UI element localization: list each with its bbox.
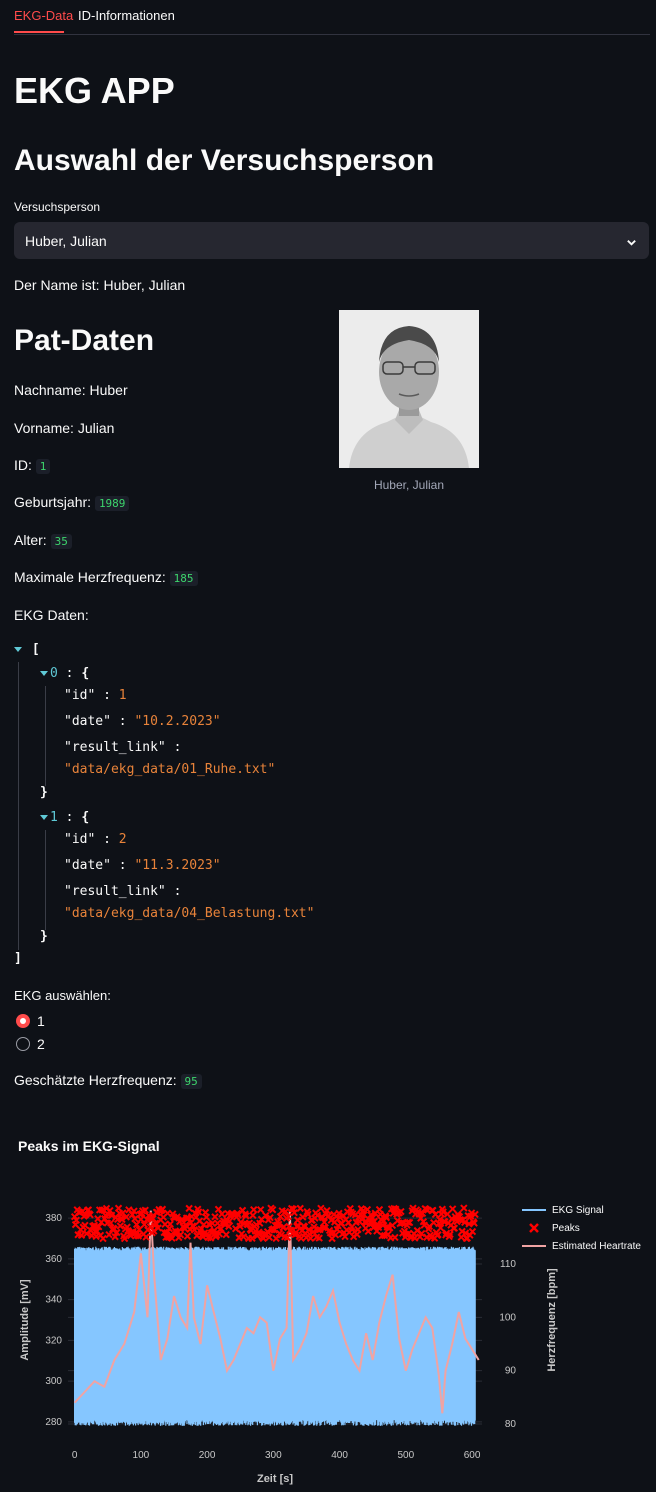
photo-caption: Huber, Julian (373, 478, 445, 492)
age-line: Alter: 35 (14, 532, 72, 549)
json-value: 2 (118, 832, 127, 847)
ekg-signal-series (74, 1246, 476, 1426)
radio-option-2[interactable] (16, 1037, 30, 1051)
json-key: "id" (64, 688, 96, 703)
x-tick-label: 400 (331, 1450, 348, 1461)
json-indent-guide (45, 830, 46, 930)
json-key: "result_link" (64, 884, 166, 899)
firstname-line: Vorname: Julian (14, 420, 115, 436)
y-tick-label: 360 (45, 1254, 62, 1265)
age-label: Alter: (14, 532, 47, 548)
birth-value: 1989 (94, 496, 130, 511)
legend-swatch-peaks (529, 1223, 539, 1233)
collapse-toggle-icon[interactable] (40, 815, 48, 820)
y2-tick-label: 90 (505, 1366, 517, 1377)
radio-label: EKG auswählen: (14, 988, 111, 1003)
select-value: Huber, Julian (25, 233, 107, 249)
json-value: "data/ekg_data/04_Belastung.txt" (64, 906, 315, 921)
select-label: Versuchsperson (14, 200, 101, 214)
birth-label: Geburtsjahr: (14, 494, 92, 510)
x-tick-label: 200 (199, 1450, 216, 1461)
maxhr-value: 185 (169, 571, 198, 586)
patient-photo (339, 310, 479, 468)
maxhr-label: Maximale Herzfrequenz: (14, 569, 166, 585)
y-tick-label: 380 (45, 1213, 62, 1224)
y-tick-label: 280 (45, 1417, 62, 1428)
y-tick-label: 320 (45, 1335, 62, 1346)
y2-tick-label: 110 (500, 1259, 516, 1270)
y-tick-label: 300 (45, 1376, 62, 1387)
json-value: "data/ekg_data/01_Ruhe.txt" (64, 762, 276, 777)
y-tick-label: 340 (45, 1295, 62, 1306)
birth-line: Geburtsjahr: 1989 (14, 494, 130, 511)
maxhr-line: Maximale Herzfrequenz: 185 (14, 569, 198, 586)
chevron-down-icon (626, 235, 637, 251)
collapse-toggle-icon[interactable] (14, 647, 22, 652)
app-title: EKG APP (14, 70, 175, 111)
legend-label: EKG Signal (552, 1205, 604, 1216)
id-value: 1 (35, 459, 51, 474)
estimated-hr-label: Geschätzte Herzfrequenz: (14, 1072, 177, 1088)
peaks-series (70, 1204, 479, 1243)
json-value: 1 (118, 688, 127, 703)
tab-id-informationen[interactable]: ID-Informationen (78, 8, 175, 23)
json-index: 0 (50, 666, 58, 681)
active-tab-indicator (14, 31, 64, 33)
id-label: ID: (14, 457, 32, 473)
json-key: "result_link" (64, 740, 166, 755)
tab-bar: EKG-Data ID-Informationen (14, 0, 650, 35)
age-value: 35 (50, 534, 72, 549)
tab-ekg-data[interactable]: EKG-Data (14, 8, 73, 23)
x-tick-label: 0 (72, 1450, 78, 1461)
radio-option-label: 2 (37, 1036, 45, 1052)
legend-label: Estimated Heartrate (552, 1241, 641, 1252)
section-heading-select: Auswahl der Versuchsperson (14, 144, 435, 177)
estimated-hr-value: 95 (180, 1074, 202, 1089)
radio-option-label: 1 (37, 1013, 45, 1029)
json-key: "date" (64, 858, 111, 873)
x-tick-label: 600 (464, 1450, 481, 1461)
ekg-peaks-chart: 280 300 320 340 360 380 80 90 100 110 0 100 200 300 40… (19, 1204, 641, 1485)
x-tick-label: 500 (397, 1450, 414, 1461)
id-line: ID: 1 (14, 457, 51, 474)
x-tick-label: 100 (133, 1450, 150, 1461)
section-heading-pat: Pat-Daten (14, 324, 155, 357)
json-value: "11.3.2023" (134, 858, 221, 873)
collapse-toggle-icon[interactable] (40, 671, 48, 676)
y2-axis-label: Herzfrequenz [bpm] (546, 1268, 558, 1372)
json-indent-guide (45, 686, 46, 786)
ekg-data-label: EKG Daten: (14, 607, 89, 623)
name-line: Der Name ist: Huber, Julian (14, 277, 186, 293)
x-axis-label: Zeit [s] (257, 1473, 293, 1485)
json-index: 1 (50, 810, 58, 825)
x-tick-label: 300 (265, 1450, 282, 1461)
y2-tick-label: 100 (499, 1312, 516, 1323)
json-key: "id" (64, 832, 96, 847)
subject-select[interactable]: Huber, Julian (14, 222, 649, 259)
y2-tick-label: 80 (505, 1419, 517, 1430)
json-indent-guide (18, 662, 19, 950)
lastname-line: Nachname: Huber (14, 382, 128, 398)
y-axis-label: Amplitude [mV] (19, 1279, 31, 1361)
json-value: "10.2.2023" (134, 714, 221, 729)
chart-title: Peaks im EKG-Signal (18, 1138, 160, 1154)
estimated-hr-line: Geschätzte Herzfrequenz: 95 (14, 1072, 202, 1089)
legend-label: Peaks (552, 1223, 580, 1234)
json-key: "date" (64, 714, 111, 729)
radio-option-1[interactable] (16, 1014, 30, 1028)
